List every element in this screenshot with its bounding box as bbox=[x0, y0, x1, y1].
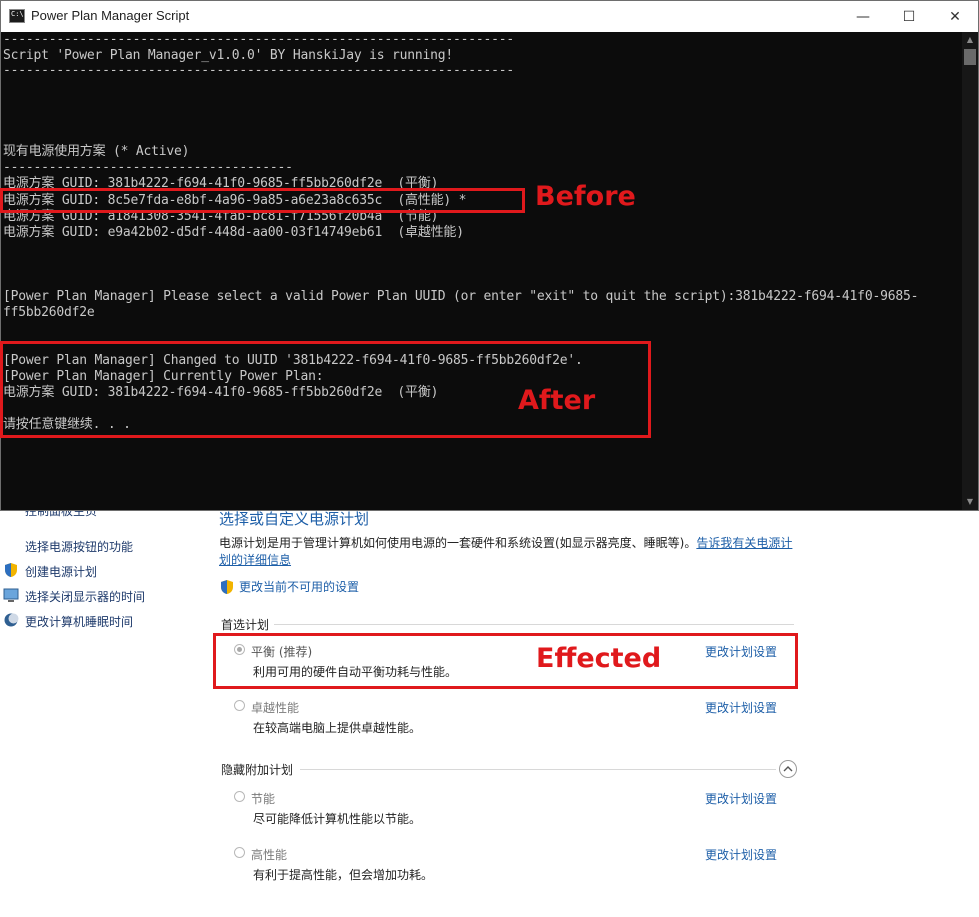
description-text: 电源计划是用于管理计算机如何使用电源的一套硬件和系统设置(如显示器亮度、睡眠等)… bbox=[219, 536, 697, 550]
plan-radio[interactable] bbox=[234, 847, 245, 858]
change-unavailable-settings[interactable]: 更改当前不可用的设置 bbox=[219, 578, 359, 595]
shield-icon bbox=[5, 563, 17, 577]
create-power-plan-link[interactable]: 创建电源计划 bbox=[25, 563, 97, 580]
console-line: [Power Plan Manager] Please select a val… bbox=[3, 289, 919, 304]
divider bbox=[300, 769, 776, 770]
plan-radio[interactable] bbox=[234, 700, 245, 711]
scroll-up-arrow-icon[interactable]: ▲ bbox=[962, 32, 978, 48]
unavailable-settings-label: 更改当前不可用的设置 bbox=[239, 580, 360, 594]
window-title: Power Plan Manager Script bbox=[31, 8, 190, 23]
console-scrollbar[interactable]: ▲ ▼ bbox=[962, 32, 978, 510]
plan-description: 在较高端电脑上提供卓越性能。 bbox=[253, 721, 422, 735]
plan-description: 尽可能降低计算机性能以节能。 bbox=[253, 812, 422, 826]
preferred-plans-heading: 首选计划 bbox=[221, 618, 270, 632]
maximize-button[interactable]: ☐ bbox=[886, 1, 932, 32]
scroll-down-arrow-icon[interactable]: ▼ bbox=[962, 494, 978, 510]
plan-description: 有利于提高性能，但会增加功耗。 bbox=[253, 868, 434, 882]
change-plan-settings-link[interactable]: 更改计划设置 bbox=[705, 699, 777, 716]
monitor-icon bbox=[3, 588, 19, 602]
console-line: ----------------------------------------… bbox=[3, 32, 514, 47]
minimize-button[interactable]: — bbox=[840, 1, 886, 32]
console-line: 电源方案 GUID: e9a42b02-d5df-448d-aa00-03f14… bbox=[3, 225, 464, 240]
title-bar[interactable]: Power Plan Manager Script — ☐ ✕ bbox=[1, 1, 978, 32]
console-line: 现有电源使用方案 (* Active) bbox=[3, 144, 190, 159]
plan-name: 卓越性能 bbox=[251, 701, 300, 715]
page-title: 选择或自定义电源计划 bbox=[219, 510, 370, 528]
shield-icon bbox=[221, 580, 233, 594]
change-plan-settings-link[interactable]: 更改计划设置 bbox=[705, 846, 777, 863]
divider bbox=[274, 624, 794, 625]
power-button-function-link[interactable]: 选择电源按钮的功能 bbox=[25, 538, 133, 555]
display-off-time-link[interactable]: 选择关闭显示器的时间 bbox=[25, 588, 145, 605]
collapse-button[interactable] bbox=[779, 760, 797, 778]
before-highlight-box bbox=[0, 188, 525, 213]
moon-icon bbox=[4, 613, 19, 627]
console-output[interactable]: ----------------------------------------… bbox=[1, 32, 963, 510]
close-button[interactable]: ✕ bbox=[932, 1, 978, 32]
page-description: 电源计划是用于管理计算机如何使用电源的一套硬件和系统设置(如显示器亮度、睡眠等)… bbox=[219, 535, 799, 569]
console-line: ----------------------------------------… bbox=[3, 63, 514, 78]
effected-label: Effected bbox=[536, 643, 662, 674]
console-app-icon bbox=[9, 9, 25, 23]
plan-name: 节能 bbox=[251, 792, 276, 806]
console-line: ff5bb260df2e bbox=[3, 305, 95, 320]
change-plan-settings-link[interactable]: 更改计划设置 bbox=[705, 790, 777, 807]
console-line: -------------------------------------- bbox=[3, 160, 293, 175]
effected-highlight-box bbox=[213, 633, 798, 689]
plan-name: 高性能 bbox=[251, 848, 288, 862]
plan-radio[interactable] bbox=[234, 791, 245, 802]
chevron-up-icon bbox=[783, 766, 793, 772]
sleep-time-link[interactable]: 更改计算机睡眠时间 bbox=[25, 613, 133, 630]
console-line: Script 'Power Plan Manager_v1.0.0' BY Ha… bbox=[3, 48, 453, 63]
after-label: After bbox=[518, 385, 596, 416]
hidden-plans-heading: 隐藏附加计划 bbox=[221, 763, 294, 777]
before-label: Before bbox=[535, 181, 636, 212]
scroll-thumb[interactable] bbox=[964, 49, 976, 65]
